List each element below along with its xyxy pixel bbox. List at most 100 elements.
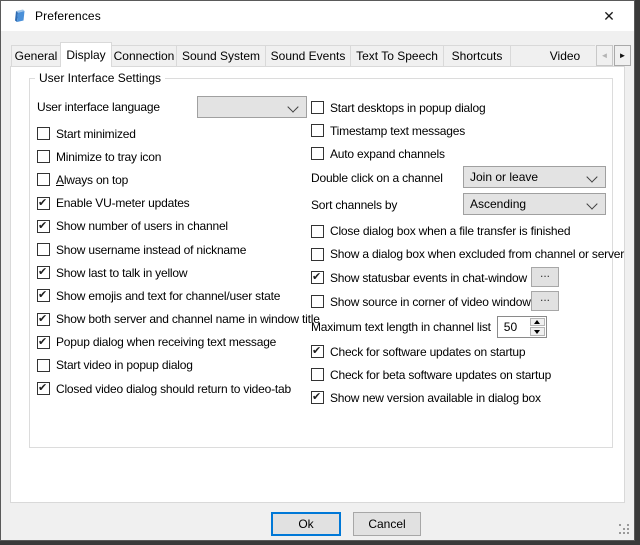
spinner-down-icon[interactable] [530, 327, 545, 336]
checkbox-label: Enable VU-meter updates [56, 196, 189, 210]
checkbox[interactable] [311, 124, 324, 137]
checkbox-label: Minimize to tray icon [56, 150, 161, 164]
tab-display[interactable]: Display [60, 42, 112, 67]
language-combobox[interactable] [197, 96, 307, 118]
row-close-on-transfer: Close dialog box when a file transfer is… [311, 220, 623, 243]
checkbox-label: Show username instead of nickname [56, 243, 246, 257]
row-minimize-to-tray: Minimize to tray icon [37, 145, 320, 168]
resize-grip[interactable] [619, 524, 631, 536]
checkbox-label: Show last to talk in yellow [56, 266, 187, 280]
sort-channels-combobox-value: Ascending [470, 197, 526, 211]
max-text-length-spinner[interactable]: 50 [497, 316, 547, 338]
checkbox-label: Start video in popup dialog [56, 358, 193, 372]
row-check-updates: Check for software updates on startup [311, 340, 623, 363]
titlebar[interactable]: Preferences ✕ [1, 1, 634, 31]
tab-scrollers: ◄ ► [596, 45, 632, 66]
checkbox-label: Check for software updates on startup [330, 345, 525, 359]
checkbox-label: Start minimized [56, 127, 136, 141]
language-label: User interface language [37, 100, 160, 114]
checkbox-label: Always on top [56, 173, 128, 187]
checkbox-label: Show source in corner of video window [330, 295, 531, 309]
video-source-ellipsis-button[interactable]: ... [531, 291, 559, 311]
checkbox-label: Closed video dialog should return to vid… [56, 382, 291, 396]
tab-connection[interactable]: Connection [111, 45, 177, 67]
chevron-down-icon [287, 101, 298, 112]
row-check-beta-updates: Check for beta software updates on start… [311, 363, 623, 386]
checkbox[interactable] [311, 391, 324, 404]
checkbox[interactable] [311, 147, 324, 160]
double-click-label: Double click on a channel [311, 171, 443, 185]
row-vu-meter: Enable VU-meter updates [37, 192, 320, 215]
checkbox-label: Show number of users in channel [56, 219, 228, 233]
chevron-down-icon [586, 198, 597, 209]
tab-scroll-left-icon[interactable]: ◄ [596, 45, 613, 66]
spinner-buttons [530, 318, 545, 336]
checkbox[interactable] [37, 289, 50, 302]
double-click-combobox-value: Join or leave [470, 170, 538, 184]
tab-sound-system[interactable]: Sound System [176, 45, 266, 67]
checkbox-label: Close dialog box when a file transfer is… [330, 224, 570, 238]
checkbox[interactable] [311, 101, 324, 114]
app-icon [12, 8, 28, 24]
double-click-row: Double click on a channel Join or leave [311, 166, 623, 193]
checkbox-label: Show a dialog box when excluded from cha… [330, 247, 624, 261]
checkbox-label: Show new version available in dialog box [330, 391, 541, 405]
row-emojis-text: Show emojis and text for channel/user st… [37, 284, 320, 307]
preferences-dialog: Preferences ✕ General Display Connection… [0, 0, 635, 541]
row-closed-video-return: Closed video dialog should return to vid… [37, 377, 320, 400]
row-show-user-count: Show number of users in channel [37, 215, 320, 238]
double-click-combobox[interactable]: Join or leave [463, 166, 606, 188]
checkbox[interactable] [37, 313, 50, 326]
row-timestamp-messages: Timestamp text messages [311, 119, 623, 142]
chevron-down-icon [586, 171, 597, 182]
checkbox[interactable] [311, 295, 324, 308]
tab-text-to-speech[interactable]: Text To Speech [350, 45, 444, 67]
tab-sound-events[interactable]: Sound Events [265, 45, 351, 67]
cancel-button[interactable]: Cancel [353, 512, 421, 536]
statusbar-events-ellipsis-button[interactable]: ... [531, 267, 559, 287]
checkbox-label: Show both server and channel name in win… [56, 312, 320, 326]
checkbox[interactable] [311, 368, 324, 381]
checkbox[interactable] [311, 271, 324, 284]
checkbox-label: Popup dialog when receiving text message [56, 335, 276, 349]
row-last-to-talk: Show last to talk in yellow [37, 261, 320, 284]
checkbox-label: Timestamp text messages [330, 124, 465, 138]
close-icon[interactable]: ✕ [592, 3, 626, 29]
language-row: User interface language [37, 96, 311, 120]
checkbox[interactable] [37, 243, 50, 256]
checkbox[interactable] [37, 220, 50, 233]
row-start-minimized: Start minimized [37, 122, 320, 145]
tab-scroll-right-icon[interactable]: ► [614, 45, 631, 66]
ok-button[interactable]: Ok [271, 512, 341, 536]
video-source-row: Show source in corner of video window ..… [311, 290, 623, 314]
row-auto-expand: Auto expand channels [311, 142, 623, 165]
checkbox[interactable] [37, 150, 50, 163]
sort-channels-combobox[interactable]: Ascending [463, 193, 606, 215]
max-text-length-row: Maximum text length in channel list 50 [311, 314, 623, 340]
row-excluded-dialog: Show a dialog box when excluded from cha… [311, 243, 623, 266]
checkbox-label: Check for beta software updates on start… [330, 368, 551, 382]
checkbox[interactable] [37, 266, 50, 279]
checkbox[interactable] [37, 127, 50, 140]
tab-video[interactable]: Video [510, 45, 595, 67]
statusbar-events-row: Show statusbar events in chat-window ... [311, 266, 623, 290]
checkbox[interactable] [311, 225, 324, 238]
row-popup-text-message: Popup dialog when receiving text message [37, 331, 320, 354]
checkbox[interactable] [311, 248, 324, 261]
checkbox[interactable] [37, 359, 50, 372]
max-text-length-value: 50 [504, 320, 517, 334]
right-column: Start desktops in popup dialog Timestamp… [311, 96, 623, 410]
tab-general[interactable]: General [11, 45, 61, 67]
left-checkbox-column: Start minimized Minimize to tray icon Al… [37, 122, 320, 400]
checkbox[interactable] [37, 197, 50, 210]
spinner-up-icon[interactable] [530, 318, 545, 327]
tab-shortcuts[interactable]: Shortcuts [443, 45, 511, 67]
row-video-popup: Start video in popup dialog [37, 354, 320, 377]
checkbox[interactable] [37, 382, 50, 395]
checkbox[interactable] [37, 336, 50, 349]
groupbox-title: User Interface Settings [35, 71, 165, 85]
checkbox[interactable] [311, 345, 324, 358]
checkbox[interactable] [37, 173, 50, 186]
window-title: Preferences [35, 9, 101, 23]
row-start-desktops: Start desktops in popup dialog [311, 96, 623, 119]
